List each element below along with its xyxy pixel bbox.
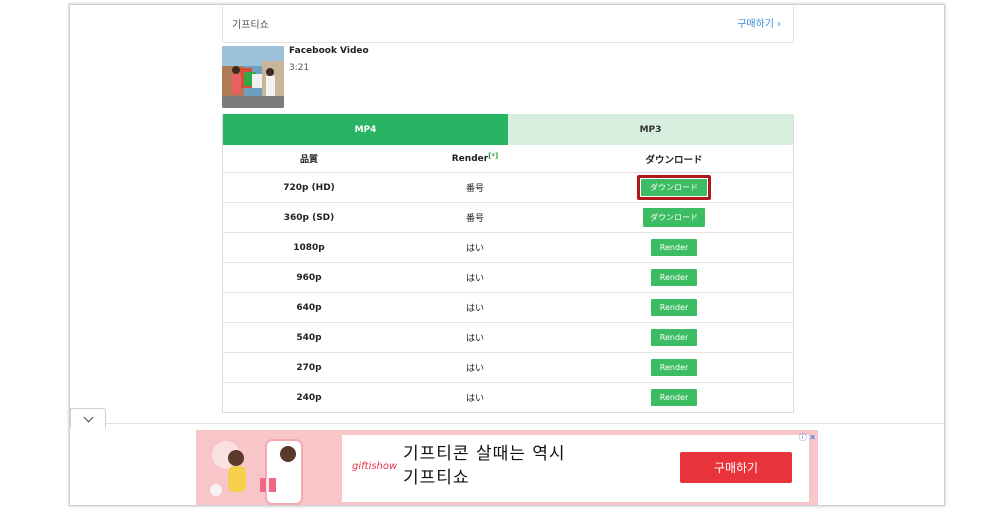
top-ad-banner[interactable]: 기프티쇼 구매하기 › [222, 5, 794, 43]
table-row: 360p (SD) 番号 ダウンロード [223, 202, 793, 232]
render-button[interactable]: Render [650, 239, 698, 256]
ad-illustration [196, 430, 336, 505]
row-render: はい [465, 244, 484, 254]
row-render: 番号 [465, 184, 484, 194]
download-button[interactable]: ダウンロード [641, 179, 707, 196]
render-info-link[interactable]: [*] [488, 152, 498, 160]
ad-brand: 기프티쇼 [232, 20, 269, 31]
row-quality: 360p (SD) [283, 212, 335, 223]
row-quality: 640p [296, 302, 322, 313]
row-quality: 720p (HD) [283, 182, 335, 193]
render-button[interactable]: Render [650, 329, 698, 346]
header-quality: 品質 [299, 155, 318, 165]
collapse-ad-button[interactable] [70, 408, 106, 428]
ad-headline-line2: 기프티쇼 [403, 468, 470, 488]
ad-panel: giftishow 기프티콘 살때는 역시 기프티쇼 구매하기 [342, 435, 809, 502]
video-thumbnail [222, 46, 284, 108]
row-quality: 1080p [293, 242, 325, 253]
ad-buy-button[interactable]: 구매하기 [680, 452, 792, 483]
row-render: はい [465, 334, 484, 344]
header-render: Render[*] [395, 152, 555, 164]
ad-buy-link[interactable]: 구매하기 › [737, 15, 781, 30]
adchoices-icon[interactable]: ⓘ ✕ [799, 432, 816, 443]
table-header: 品質 Render[*] ダウンロード [223, 145, 793, 172]
table-row: 640p はい Render [223, 292, 793, 322]
row-quality: 540p [296, 332, 322, 343]
format-tabs: MP4 MP3 [223, 114, 793, 145]
table-row: 1080p はい Render [223, 232, 793, 262]
row-quality: 960p [296, 272, 322, 283]
table-row: 960p はい Render [223, 262, 793, 292]
ad-headline: 기프티콘 살때는 역시 기프티쇼 [403, 442, 566, 490]
bottom-ad-banner[interactable]: giftishow 기프티콘 살때는 역시 기프티쇼 구매하기 ⓘ ✕ [196, 430, 818, 505]
table-row: 240p はい Render [223, 382, 793, 412]
video-duration: 3:21 [289, 63, 310, 73]
tab-mp3[interactable]: MP3 [508, 114, 793, 145]
render-button[interactable]: Render [650, 389, 698, 406]
browser-frame: 기프티쇼 구매하기 › Facebook Video 3:21 MP4 MP3 品… [69, 4, 945, 506]
render-button[interactable]: Render [650, 299, 698, 316]
ad-buy-label: 구매하기 [737, 19, 774, 30]
video-title: Facebook Video [289, 46, 369, 56]
render-button[interactable]: Render [650, 359, 698, 376]
row-quality: 270p [296, 362, 322, 373]
chevron-down-icon [83, 412, 93, 422]
ad-headline-line1: 기프티콘 살때는 역시 [403, 444, 566, 464]
header-download: ダウンロード [645, 154, 703, 166]
table-row: 270p はい Render [223, 352, 793, 382]
download-button[interactable]: ダウンロード [643, 208, 705, 227]
row-render: はい [465, 364, 484, 374]
row-quality: 240p [296, 392, 322, 403]
table-row: 540p はい Render [223, 322, 793, 352]
header-render-label: Render [451, 153, 489, 164]
row-render: はい [465, 274, 484, 284]
table-row: 720p (HD) 番号 ダウンロード [223, 172, 793, 202]
row-render: 番号 [465, 214, 484, 224]
row-render: はい [465, 304, 484, 314]
row-render: はい [465, 394, 484, 404]
ad-divider [70, 423, 944, 424]
download-table: MP4 MP3 品質 Render[*] ダウンロード 720p (HD) 番号… [222, 114, 794, 413]
tab-mp4[interactable]: MP4 [223, 114, 508, 145]
ad-brand-logo: giftishow [352, 461, 398, 472]
highlight-box: ダウンロード [637, 175, 711, 200]
chevron-right-icon: › [777, 19, 781, 30]
render-button[interactable]: Render [650, 269, 698, 286]
